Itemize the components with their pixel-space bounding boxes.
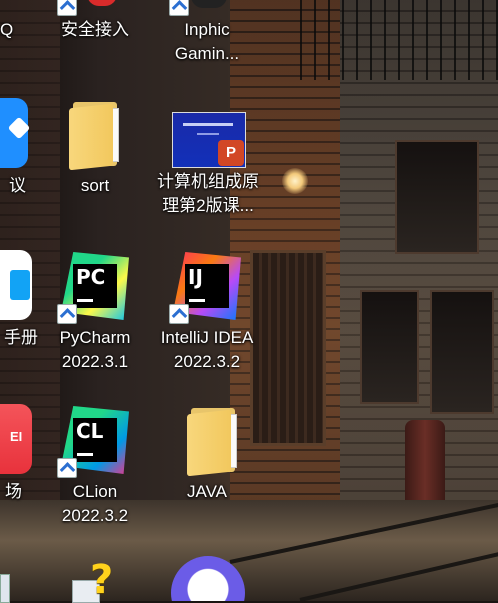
icon-label: QQ [0, 20, 14, 39]
desktop-icon-secure-access[interactable]: 安全接入 [45, 0, 145, 42]
search-app-icon[interactable] [171, 556, 245, 601]
desktop-icon-manual[interactable]: 手册 [0, 248, 50, 350]
icon-label: PyCharm 2022.3.1 [59, 328, 131, 371]
icon-label: 场 [5, 482, 22, 501]
desktop-icon-sort-folder[interactable]: sort [45, 96, 145, 198]
manual-app-icon [0, 248, 38, 324]
desktop-icon-qq[interactable]: QQ [0, 0, 50, 42]
desktop-icon-grid: QQ 安全接入 Inphic Gamin... 议 sort [0, 0, 498, 603]
folder-icon [169, 402, 245, 478]
desktop-icon-pycharm[interactable]: PC PyCharm 2022.3.1 [45, 248, 145, 374]
shortcut-arrow-icon [57, 458, 77, 478]
icon-label: IntelliJ IDEA 2022.3.2 [160, 328, 254, 371]
shortcut-arrow-icon [169, 0, 189, 16]
desktop-icon-appgallery[interactable]: EI 场 [0, 402, 50, 504]
shortcut-arrow-icon [57, 304, 77, 324]
intellij-idea-icon: IJ [169, 248, 245, 324]
secure-access-icon [57, 0, 133, 16]
folder-icon [57, 96, 133, 172]
desktop-icon-meeting[interactable]: 议 [0, 96, 50, 198]
desktop-icon-ppt-file[interactable]: P 计算机组成原理第2版课... [150, 110, 266, 218]
powerpoint-badge-icon: P [218, 140, 244, 166]
desktop-icon-intellij-idea[interactable]: IJ IntelliJ IDEA 2022.3.2 [157, 248, 257, 374]
help-file-icon[interactable]: ? [70, 558, 126, 603]
inphic-gaming-icon [169, 0, 245, 16]
icon-label: 安全接入 [61, 20, 129, 39]
icon-label: 计算机组成原理第2版课... [157, 172, 259, 215]
icon-label: 手册 [4, 328, 38, 347]
partial-icon-bottom-left[interactable] [0, 570, 10, 603]
icon-label: JAVA [187, 482, 227, 501]
icon-label: sort [80, 176, 110, 195]
icon-label: 议 [9, 176, 26, 195]
icon-label: CLion 2022.3.2 [61, 482, 129, 525]
desktop-icon-clion[interactable]: CL CLion 2022.3.2 [45, 402, 145, 528]
clion-icon: CL [57, 402, 133, 478]
pycharm-icon: PC [57, 248, 133, 324]
powerpoint-file-icon: P [172, 110, 246, 168]
shortcut-arrow-icon [169, 304, 189, 324]
desktop-icon-java-folder[interactable]: JAVA [157, 402, 257, 504]
shortcut-arrow-icon [57, 0, 77, 16]
huawei-appgallery-icon: EI [0, 402, 38, 478]
qq-icon [0, 0, 38, 16]
meeting-app-icon [0, 96, 38, 172]
desktop-icon-inphic-gaming[interactable]: Inphic Gamin... [157, 0, 257, 66]
icon-label: Inphic Gamin... [174, 20, 240, 63]
